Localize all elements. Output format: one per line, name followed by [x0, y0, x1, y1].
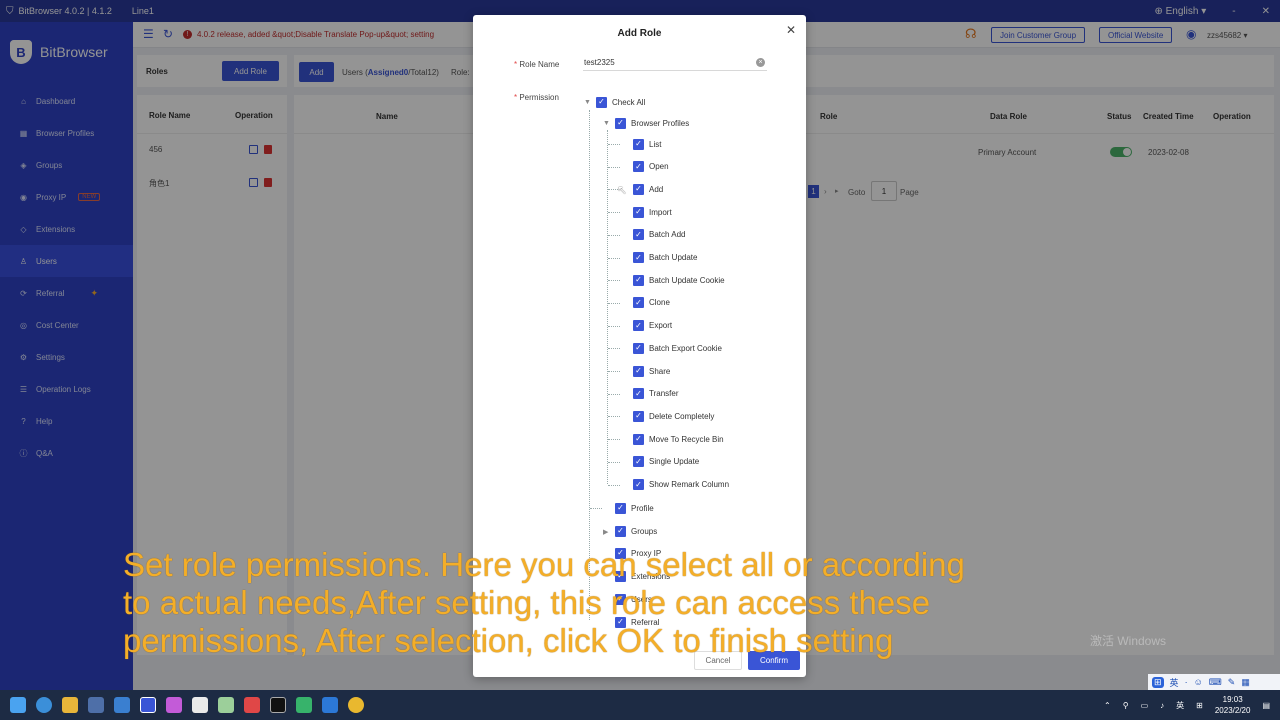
punctuation-icon[interactable]: ·	[1185, 677, 1188, 687]
ime-grid-icon[interactable]: ▦	[1241, 677, 1250, 688]
caption-line: Set role permissions. Here you can selec…	[123, 546, 965, 583]
bitbrowser-taskbar-icon[interactable]	[140, 697, 156, 713]
pen-icon[interactable]: ✎	[1228, 677, 1236, 688]
mouse-cursor-icon: ↖	[617, 183, 628, 197]
perm-export[interactable]: ✓ Export	[633, 319, 672, 333]
checkbox-checked-icon[interactable]: ✓	[633, 388, 644, 400]
taskbar: ⌃ ⚲ ▭ ♪ 英 ⊞ 19:03 2023/2/20 ▤	[0, 690, 1280, 720]
perm-share[interactable]: ✓ Share	[633, 364, 670, 378]
perm-transfer[interactable]: ✓ Transfer	[633, 387, 679, 401]
checkbox-checked-icon[interactable]: ✓	[615, 502, 626, 514]
checkbox-checked-icon[interactable]: ✓	[633, 479, 644, 490]
search-app-icon[interactable]	[296, 697, 312, 713]
checkbox-checked-icon[interactable]: ✓	[633, 206, 644, 218]
mail-icon[interactable]	[114, 697, 130, 713]
perm-browser-profiles[interactable]: ✓ Browser Profiles	[615, 116, 689, 130]
input-language[interactable]: 英	[1176, 700, 1184, 711]
checkbox-checked-icon[interactable]: ✓	[633, 456, 644, 468]
collapse-arrow-icon[interactable]: ▼	[603, 120, 610, 127]
windows-start-icon[interactable]	[10, 697, 26, 713]
checkbox-checked-icon[interactable]: ✓	[633, 229, 644, 241]
perm-profile[interactable]: ✓ Profile	[615, 501, 654, 515]
close-icon[interactable]: ✕	[786, 23, 796, 37]
chrome-icon[interactable]	[348, 697, 364, 713]
checkbox-checked-icon[interactable]: ✓	[633, 320, 644, 332]
perm-delete-completely[interactable]: ✓ Delete Completely	[633, 409, 714, 423]
perm-clone[interactable]: ✓ Clone	[633, 296, 670, 310]
checkbox-checked-icon[interactable]: ✓	[615, 117, 626, 129]
role-name-label: Role Name	[514, 60, 559, 69]
checkbox-checked-icon[interactable]: ✓	[596, 96, 607, 108]
expand-arrow-icon[interactable]: ▶	[603, 528, 608, 536]
checkbox-checked-icon[interactable]: ✓	[615, 525, 626, 537]
checkbox-checked-icon[interactable]: ✓	[633, 274, 644, 286]
checkbox-checked-icon[interactable]: ✓	[633, 297, 644, 309]
checkbox-checked-icon[interactable]: ✓	[633, 138, 644, 150]
perm-batch-add[interactable]: ✓ Batch Add	[633, 228, 685, 242]
perm-import[interactable]: ✓ Import	[633, 205, 672, 219]
keyboard-icon[interactable]: ⌨	[1209, 677, 1222, 688]
checkbox-checked-icon[interactable]: ✓	[633, 252, 644, 263]
video-caption: Set role permissions. Here you can selec…	[123, 546, 1183, 660]
clock[interactable]: 19:03 2023/2/20	[1215, 694, 1251, 716]
cloud-app-icon[interactable]	[244, 697, 260, 713]
collapse-arrow-icon[interactable]: ▼	[584, 99, 591, 106]
ime-mode[interactable]: 英	[1170, 676, 1179, 689]
edge-icon[interactable]	[36, 697, 52, 713]
perm-groups[interactable]: ✓ Groups	[615, 524, 657, 538]
ime-icon[interactable]: ⊞	[1196, 701, 1203, 710]
notification-icon[interactable]: ▤	[1262, 701, 1270, 710]
media-app-icon[interactable]	[166, 697, 182, 713]
permission-label: Permission	[514, 93, 559, 102]
feishu-icon[interactable]	[322, 697, 338, 713]
perm-move-to-recycle-bin[interactable]: ✓ Move To Recycle Bin	[633, 432, 724, 446]
usb-icon[interactable]: ⚲	[1123, 701, 1129, 710]
perm-show-remark-column[interactable]: ✓ Show Remark Column	[633, 478, 729, 492]
notes-icon[interactable]	[218, 697, 234, 713]
clear-input-icon[interactable]: ×	[756, 58, 765, 67]
perm-add[interactable]: ✓ Add	[633, 182, 663, 196]
perm-batch-update-cookie[interactable]: ✓ Batch Update Cookie	[633, 273, 725, 287]
ime-logo-icon[interactable]: ⊞	[1152, 676, 1164, 688]
perm-list[interactable]: ✓ List	[633, 137, 661, 151]
perm-batch-update[interactable]: ✓ Batch Update	[633, 251, 697, 265]
network-icon[interactable]: ▭	[1141, 701, 1149, 710]
emoji-icon[interactable]: ☺	[1194, 677, 1203, 687]
store-icon[interactable]	[88, 697, 104, 713]
checkbox-checked-icon[interactable]: ✓	[633, 183, 644, 195]
perm-open[interactable]: ✓ Open	[633, 160, 669, 174]
ime-toolbar: ⊞ 英 · ☺ ⌨ ✎ ▦	[1148, 674, 1280, 690]
perm-single-update[interactable]: ✓ Single Update	[633, 455, 699, 469]
system-tray: ⌃ ⚲ ▭ ♪ 英 ⊞ 19:03 2023/2/20 ▤	[1104, 690, 1270, 720]
checkbox-checked-icon[interactable]: ✓	[633, 161, 644, 173]
checkbox-checked-icon[interactable]: ✓	[633, 365, 644, 377]
perm-batch-export-cookie[interactable]: ✓ Batch Export Cookie	[633, 341, 722, 355]
checkbox-checked-icon[interactable]: ✓	[633, 433, 644, 445]
perm-check-all[interactable]: ✓ Check All	[596, 95, 645, 109]
role-name-input[interactable]: test2325 ×	[583, 55, 767, 71]
checkbox-checked-icon[interactable]: ✓	[633, 342, 644, 354]
notepad-icon[interactable]	[192, 697, 208, 713]
file-explorer-icon[interactable]	[62, 697, 78, 713]
chevron-up-icon[interactable]: ⌃	[1104, 701, 1111, 710]
caption-line: permissions, After selection, click OK t…	[123, 622, 894, 659]
checkbox-checked-icon[interactable]: ✓	[633, 410, 644, 422]
caption-line: to actual needs,After setting, this role…	[123, 584, 931, 621]
capcut-icon[interactable]	[270, 697, 286, 713]
dialog-title: Add Role	[617, 28, 662, 39]
volume-icon[interactable]: ♪	[1160, 701, 1164, 710]
